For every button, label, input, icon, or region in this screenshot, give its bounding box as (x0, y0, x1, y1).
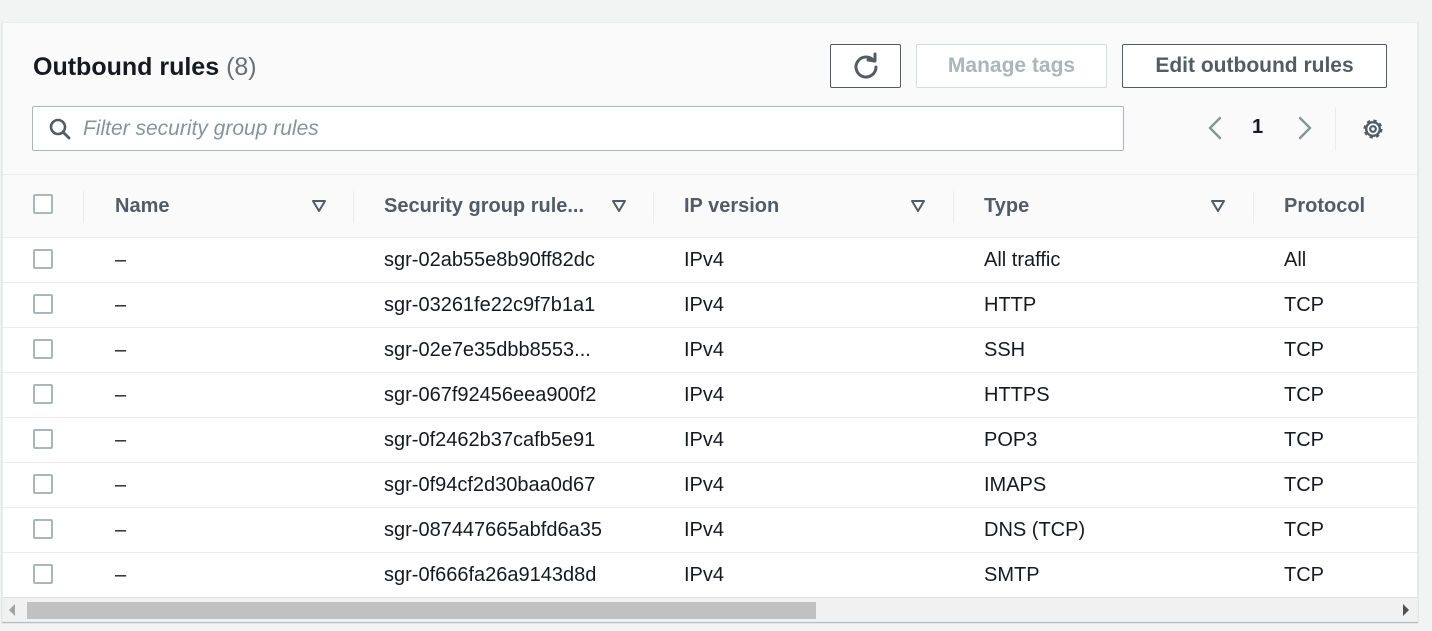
cell-name: – (115, 563, 127, 586)
refresh-icon (854, 52, 877, 79)
cell-ip-version: IPv4 (684, 248, 725, 271)
scrollbar-thumb[interactable] (27, 602, 816, 619)
search-icon (49, 118, 71, 140)
column-divider (653, 191, 654, 223)
cell-name: – (115, 428, 127, 451)
cell-type: SSH (984, 338, 1026, 361)
chevron-right-icon[interactable] (1292, 115, 1316, 141)
cell-rule-id: sgr-0f666fa26a9143d8d (384, 563, 597, 586)
scroll-left-arrow-icon[interactable] (7, 603, 17, 617)
outbound-rules-panel: Outbound rules (8) Manage tags Edit outb… (2, 22, 1418, 622)
row-checkbox[interactable] (33, 474, 53, 494)
table-row[interactable]: – sgr-02e7e35dbb8553... IPv4 SSH TCP (3, 328, 1417, 373)
cell-name: – (115, 338, 127, 361)
cell-rule-id: sgr-087447665abfd6a35 (384, 518, 602, 541)
table-row[interactable]: – sgr-0f666fa26a9143d8d IPv4 SMTP TCP (3, 553, 1417, 598)
cell-ip-version: IPv4 (684, 518, 725, 541)
cell-protocol: TCP (1284, 428, 1324, 451)
row-checkbox[interactable] (33, 249, 53, 269)
column-header-name[interactable]: Name (115, 175, 169, 238)
horizontal-scrollbar[interactable] (3, 597, 1417, 621)
column-divider (353, 191, 354, 223)
cell-type: IMAPS (984, 473, 1047, 496)
row-checkbox[interactable] (33, 294, 53, 314)
cell-type: All traffic (984, 248, 1061, 271)
cell-ip-version: IPv4 (684, 473, 725, 496)
pagination-divider (1335, 107, 1336, 151)
caret-down-icon[interactable] (1210, 199, 1226, 213)
column-header-rule-id[interactable]: Security group rule... (384, 175, 584, 238)
table-row[interactable]: – sgr-067f92456eea900f2 IPv4 HTTPS TCP (3, 373, 1417, 418)
table-row[interactable]: – sgr-0f2462b37cafb5e91 IPv4 POP3 TCP (3, 418, 1417, 463)
cell-ip-version: IPv4 (684, 338, 725, 361)
cell-rule-id: sgr-0f94cf2d30baa0d67 (384, 473, 596, 496)
row-checkbox[interactable] (33, 384, 53, 404)
manage-tags-button[interactable]: Manage tags (916, 44, 1107, 88)
table-row[interactable]: – sgr-02ab55e8b90ff82dc IPv4 All traffic All (3, 238, 1417, 283)
cell-type: DNS (TCP) (984, 518, 1086, 541)
table-row[interactable]: – sgr-087447665abfd6a35 IPv4 DNS (TCP) TCP (3, 508, 1417, 553)
cell-ip-version: IPv4 (684, 293, 725, 316)
caret-down-icon[interactable] (611, 199, 627, 213)
filter-search-input[interactable] (83, 107, 1113, 150)
cell-protocol: TCP (1284, 338, 1324, 361)
column-divider (83, 191, 84, 223)
cell-name: – (115, 248, 127, 271)
cell-type: HTTP (984, 293, 1037, 316)
cell-rule-id: sgr-0f2462b37cafb5e91 (384, 428, 596, 451)
panel-title: Outbound rules (8) (33, 53, 257, 82)
table-row[interactable]: – sgr-0f94cf2d30baa0d67 IPv4 IMAPS TCP (3, 463, 1417, 508)
cell-type: HTTPS (984, 383, 1050, 406)
panel-title-text: Outbound rules (33, 53, 220, 81)
gear-icon[interactable] (1360, 116, 1386, 142)
cell-ip-version: IPv4 (684, 428, 725, 451)
cell-rule-id: sgr-02ab55e8b90ff82dc (384, 248, 595, 271)
column-divider (1253, 191, 1254, 223)
row-checkbox[interactable] (33, 429, 53, 449)
chevron-left-icon[interactable] (1204, 115, 1228, 141)
cell-protocol: TCP (1284, 383, 1324, 406)
caret-down-icon[interactable] (311, 199, 327, 213)
cell-name: – (115, 383, 127, 406)
cell-name: – (115, 293, 127, 316)
column-divider (953, 191, 954, 223)
rule-count: (8) (226, 53, 257, 81)
cell-protocol: TCP (1284, 473, 1324, 496)
caret-down-icon[interactable] (910, 199, 926, 213)
cell-name: – (115, 518, 127, 541)
cell-rule-id: sgr-067f92456eea900f2 (384, 383, 597, 406)
column-header-type[interactable]: Type (984, 175, 1029, 238)
cell-protocol: TCP (1284, 518, 1324, 541)
cell-name: – (115, 473, 127, 496)
panel-header: Outbound rules (8) Manage tags Edit outb… (3, 23, 1417, 175)
edit-outbound-rules-button[interactable]: Edit outbound rules (1122, 44, 1387, 88)
row-checkbox[interactable] (33, 564, 53, 584)
table-row[interactable]: – sgr-03261fe22c9f7b1a1 IPv4 HTTP TCP (3, 283, 1417, 328)
cell-type: POP3 (984, 428, 1038, 451)
table-header: Name Security group rule... IP version T… (3, 175, 1417, 238)
cell-protocol: All (1284, 248, 1307, 271)
cell-protocol: TCP (1284, 293, 1324, 316)
cell-ip-version: IPv4 (684, 383, 725, 406)
cell-rule-id: sgr-03261fe22c9f7b1a1 (384, 293, 596, 316)
filter-search-box[interactable] (32, 106, 1124, 151)
current-page-number[interactable]: 1 (1252, 116, 1263, 139)
cell-rule-id: sgr-02e7e35dbb8553... (384, 338, 591, 361)
row-checkbox[interactable] (33, 519, 53, 539)
column-header-protocol[interactable]: Protocol (1284, 175, 1365, 238)
cell-type: SMTP (984, 563, 1040, 586)
cell-protocol: TCP (1284, 563, 1324, 586)
column-header-ip-version[interactable]: IP version (684, 175, 779, 238)
select-all-checkbox[interactable] (33, 194, 53, 214)
cell-ip-version: IPv4 (684, 563, 725, 586)
scroll-right-arrow-icon[interactable] (1401, 603, 1411, 617)
row-checkbox[interactable] (33, 339, 53, 359)
refresh-button[interactable] (830, 44, 901, 88)
